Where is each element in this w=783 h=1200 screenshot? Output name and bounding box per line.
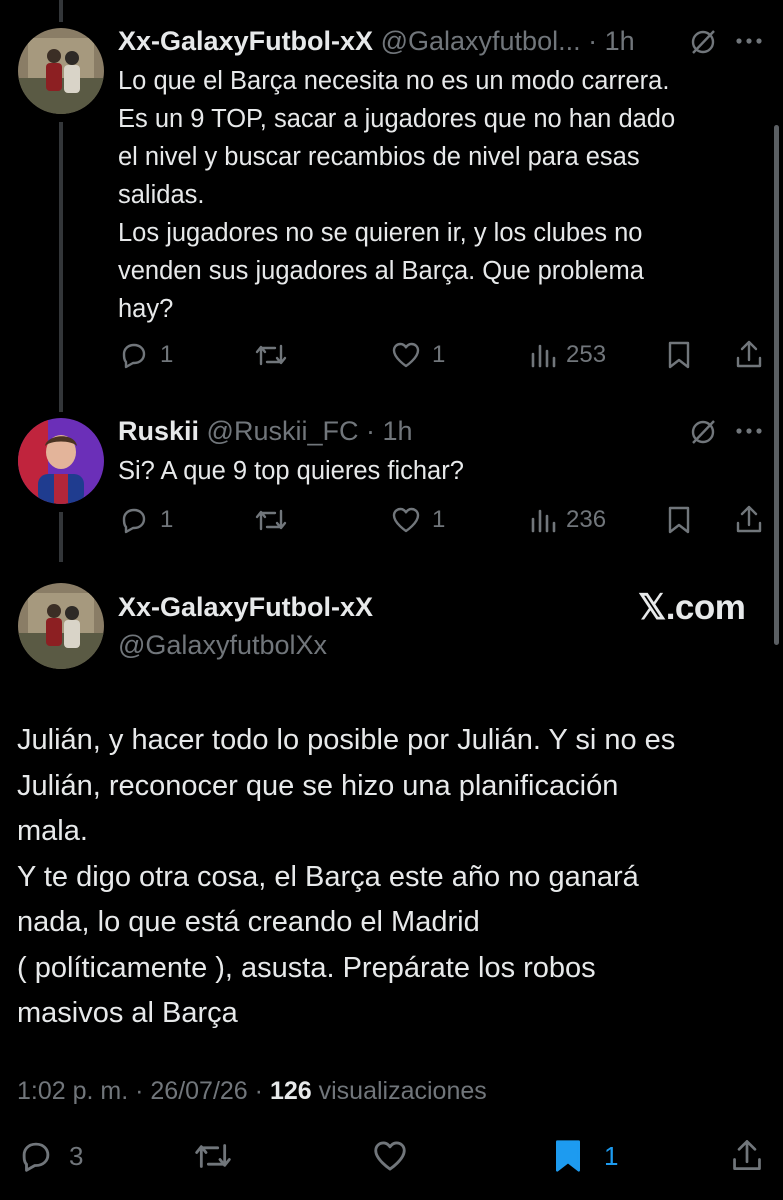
- timestamp[interactable]: · 1h: [366, 416, 413, 446]
- reply-button[interactable]: 3: [17, 1138, 83, 1174]
- tweet-text: Julián, y hacer todo lo posible por Juli…: [17, 724, 676, 1029]
- handle[interactable]: @GalaxyfutbolXx: [118, 630, 327, 661]
- reply-count: 1: [160, 341, 174, 368]
- retweet-icon: [255, 509, 287, 531]
- views-button[interactable]: 236: [528, 505, 606, 535]
- views-icon: [531, 509, 556, 533]
- views-icon: [531, 344, 556, 368]
- avatar[interactable]: [18, 583, 104, 669]
- like-button[interactable]: [371, 1138, 409, 1174]
- reply-icon: [22, 1142, 50, 1172]
- reply-count: 3: [69, 1140, 84, 1171]
- like-count: 1: [432, 506, 446, 533]
- brand-logo: 𝕏.com: [638, 588, 746, 627]
- grok-icon[interactable]: [689, 418, 717, 446]
- grok-icon[interactable]: [689, 28, 717, 56]
- tweet-header: Xx-GalaxyFutbol-xX @Galaxyfutbol... · 1h: [118, 26, 635, 57]
- reply-count: 1: [160, 506, 174, 533]
- views-count: 236: [566, 506, 607, 533]
- views-count: 126: [269, 1077, 312, 1105]
- bookmark-icon: [555, 1140, 580, 1172]
- share-icon[interactable]: [734, 338, 764, 370]
- tweet-text: Si? A que 9 top quieres fichar?: [118, 457, 464, 485]
- handle[interactable]: @Galaxyfutbol...: [381, 26, 581, 56]
- retweet-button[interactable]: [253, 505, 289, 535]
- reply-button[interactable]: 1: [118, 505, 173, 535]
- display-name[interactable]: Ruskii: [118, 416, 199, 446]
- views-label: visualizaciones: [318, 1077, 487, 1105]
- like-count: 1: [432, 341, 446, 368]
- reply-icon: [122, 343, 146, 369]
- handle[interactable]: @Ruskii_FC: [207, 416, 359, 446]
- like-icon: [392, 342, 420, 368]
- retweet-button[interactable]: [192, 1138, 234, 1174]
- bookmark-button[interactable]: 1: [552, 1138, 618, 1174]
- retweet-icon: [255, 344, 287, 366]
- avatar[interactable]: [18, 28, 104, 114]
- views-button[interactable]: 253: [528, 340, 606, 370]
- bookmark-icon[interactable]: [666, 505, 692, 535]
- more-icon[interactable]: [735, 36, 763, 46]
- views-count: 253: [566, 341, 607, 368]
- reply-button[interactable]: 1: [118, 340, 173, 370]
- like-button[interactable]: 1: [390, 505, 445, 535]
- thread-line-bottom: [59, 512, 63, 562]
- tweet-header: Ruskii @Ruskii_FC · 1h: [118, 416, 413, 447]
- thread-line-top: [59, 0, 63, 22]
- retweet-icon: [195, 1144, 231, 1168]
- scrollbar[interactable]: [774, 125, 779, 645]
- bookmark-count: 1: [604, 1140, 619, 1171]
- like-icon: [374, 1141, 406, 1171]
- tweet-meta: 1:02 p. m. · 26/07/26 · 126 visualizacio…: [17, 1077, 487, 1106]
- thread-line-middle: [59, 122, 63, 412]
- share-icon[interactable]: [730, 1136, 764, 1174]
- avatar[interactable]: [18, 418, 104, 504]
- bookmark-icon[interactable]: [666, 340, 692, 370]
- display-name[interactable]: Xx-GalaxyFutbol-xX: [118, 592, 373, 623]
- tweet-timestamp[interactable]: 1:02 p. m. · 26/07/26 ·: [17, 1077, 263, 1105]
- retweet-button[interactable]: [253, 340, 289, 370]
- like-icon: [392, 507, 420, 533]
- reply-icon: [122, 508, 146, 534]
- display-name[interactable]: Xx-GalaxyFutbol-xX: [118, 26, 373, 56]
- timestamp[interactable]: · 1h: [588, 26, 635, 56]
- tweet-text: Lo que el Barça necesita no es un modo c…: [118, 67, 676, 323]
- more-icon[interactable]: [735, 426, 763, 436]
- share-icon[interactable]: [734, 503, 764, 535]
- like-button[interactable]: 1: [390, 340, 445, 370]
